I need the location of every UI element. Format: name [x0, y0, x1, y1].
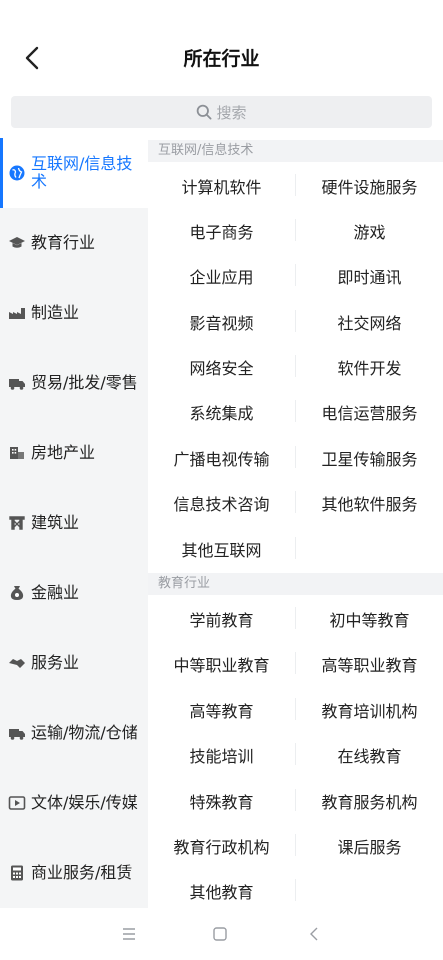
sidebar-item-label: 贸易/批发/零售 — [31, 373, 138, 392]
sidebar-item-label: 教育行业 — [31, 233, 96, 252]
search-input[interactable]: 搜索 — [11, 96, 432, 128]
industry-option[interactable]: 学前教育 — [148, 596, 295, 641]
industry-option[interactable]: 社交网络 — [296, 299, 443, 344]
sidebar-item-logistics[interactable]: 运输/物流/仓储 — [0, 698, 148, 768]
sidebar-item-label: 建筑业 — [31, 513, 80, 532]
crane-icon — [8, 514, 26, 532]
industry-option[interactable]: 游戏 — [296, 208, 443, 253]
divider — [295, 537, 296, 559]
sidebar-item-label: 文体/娱乐/传媒 — [31, 793, 138, 812]
sidebar-item-service[interactable]: 服务业 — [0, 628, 148, 698]
sidebar-item-label: 制造业 — [31, 303, 80, 322]
sidebar-item-manufacturing[interactable]: 制造业 — [0, 278, 148, 348]
industry-option[interactable]: 硬件设施服务 — [296, 163, 443, 208]
industry-option[interactable]: 企业应用 — [148, 253, 295, 298]
search-icon — [197, 104, 212, 120]
money-bag-icon — [8, 584, 26, 602]
industry-option[interactable]: 高等职业教育 — [296, 641, 443, 686]
sidebar-item-label: 商业服务/租赁 — [31, 863, 133, 882]
sidebar-item-real-estate[interactable]: 房地产业 — [0, 418, 148, 488]
home-button[interactable] — [208, 922, 232, 946]
industry-option[interactable]: 高等教育 — [148, 687, 295, 732]
industry-option[interactable]: 教育服务机构 — [296, 778, 443, 823]
industry-option[interactable]: 其他教育 — [148, 868, 295, 908]
industry-option[interactable]: 信息技术咨询 — [148, 480, 295, 525]
system-nav-bar — [0, 908, 443, 960]
sidebar-item-finance[interactable]: 金融业 — [0, 558, 148, 628]
factory-icon — [8, 304, 26, 322]
industry-option[interactable]: 影音视频 — [148, 299, 295, 344]
menu-icon — [123, 928, 135, 940]
calculator-icon — [8, 864, 26, 882]
industry-option[interactable]: 系统集成 — [148, 389, 295, 434]
handshake-icon — [8, 654, 26, 672]
sidebar-item-label: 互联网/信息技术 — [31, 154, 133, 191]
sidebar-item-construction[interactable]: 建筑业 — [0, 488, 148, 558]
industry-option[interactable]: 教育培训机构 — [296, 687, 443, 732]
industry-option[interactable]: 初中等教育 — [296, 596, 443, 641]
sidebar-item-label: 金融业 — [31, 583, 80, 602]
sidebar-item-label: 运输/物流/仓储 — [31, 723, 138, 742]
industry-option[interactable]: 教育行政机构 — [148, 823, 295, 868]
industry-option[interactable]: 其他互联网 — [148, 526, 295, 571]
industry-content: 互联网/信息技术 计算机软件 硬件设施服务 电子商务 游戏 企业应用 即时通讯 … — [148, 138, 443, 908]
building-icon — [8, 444, 26, 462]
header: 所在行业 — [0, 0, 443, 86]
globe-icon — [8, 164, 26, 182]
chevron-left-icon — [310, 927, 318, 941]
industry-option[interactable]: 课后服务 — [296, 823, 443, 868]
industry-option[interactable]: 卫星传输服务 — [296, 435, 443, 480]
industry-option[interactable]: 中等职业教育 — [148, 641, 295, 686]
truck-icon — [8, 724, 26, 742]
industry-option[interactable]: 即时通讯 — [296, 253, 443, 298]
sidebar-item-internet[interactable]: 互联网/信息技术 — [0, 138, 148, 208]
industry-option[interactable]: 电信运营服务 — [296, 389, 443, 434]
sidebar-item-media[interactable]: 文体/娱乐/传媒 — [0, 768, 148, 838]
search-placeholder: 搜索 — [216, 103, 247, 122]
sidebar-item-business-services[interactable]: 商业服务/租赁 — [0, 838, 148, 908]
industry-option[interactable]: 在线教育 — [296, 732, 443, 777]
industry-option[interactable]: 网络安全 — [148, 344, 295, 389]
industry-option[interactable]: 技能培训 — [148, 732, 295, 777]
industry-option[interactable]: 特殊教育 — [148, 778, 295, 823]
page-title: 所在行业 — [183, 48, 260, 70]
industry-option[interactable]: 广播电视传输 — [148, 435, 295, 480]
sidebar-item-education[interactable]: 教育行业 — [0, 208, 148, 278]
industry-option[interactable]: 电子商务 — [148, 208, 295, 253]
sidebar-item-trade[interactable]: 贸易/批发/零售 — [0, 348, 148, 418]
sidebar-item-label: 服务业 — [31, 653, 80, 672]
section-header: 教育行业 — [148, 573, 443, 595]
industry-sidebar: 互联网/信息技术 教育行业 制造业 贸易/批发/零售 房地产业 建筑业 金融业 … — [0, 138, 148, 908]
industry-option[interactable]: 其他软件服务 — [296, 480, 443, 525]
graduation-cap-icon — [8, 234, 26, 252]
industry-option[interactable]: 软件开发 — [296, 344, 443, 389]
play-box-icon — [8, 794, 26, 812]
square-icon — [213, 927, 227, 941]
divider — [295, 879, 296, 901]
sidebar-item-label: 房地产业 — [31, 443, 96, 462]
section-header: 互联网/信息技术 — [148, 140, 443, 162]
menu-button[interactable] — [117, 922, 141, 946]
industry-option[interactable]: 计算机软件 — [148, 163, 295, 208]
truck-icon — [8, 374, 26, 392]
back-nav-button[interactable] — [302, 922, 326, 946]
